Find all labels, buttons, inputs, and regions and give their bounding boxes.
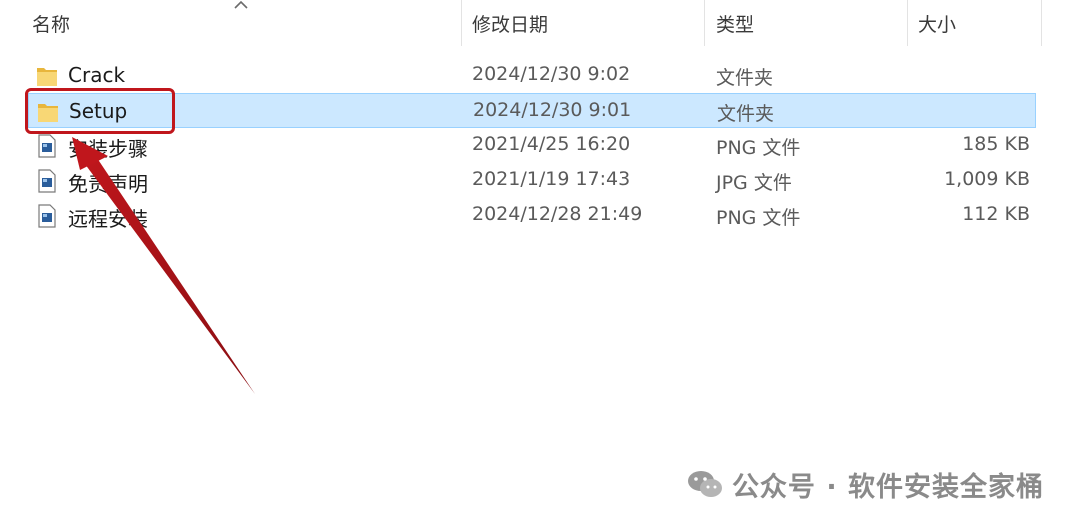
folder-icon (37, 68, 57, 86)
watermark: 公众号 · 软件安装全家桶 (686, 467, 1044, 503)
file-row-install-steps[interactable]: 安装步骤 2021/4/25 16:20 PNG 文件 185 KB (28, 128, 1036, 163)
file-type: PNG 文件 (716, 137, 801, 159)
column-header: 名称 修改日期 类型 大小 (0, 0, 1080, 48)
file-size: 185 KB (962, 133, 1030, 155)
file-name: 远程安装 (68, 207, 148, 231)
file-row-remote-install[interactable]: 远程安装 2024/12/28 21:49 PNG 文件 112 KB (28, 198, 1036, 233)
file-type: JPG 文件 (716, 172, 792, 194)
column-separator[interactable] (461, 0, 462, 46)
file-type: 文件夹 (717, 103, 775, 125)
file-size: 112 KB (962, 203, 1030, 225)
file-type: 文件夹 (716, 67, 774, 89)
file-date: 2024/12/30 9:01 (473, 99, 632, 121)
image-file-icon (38, 169, 56, 193)
file-date: 2024/12/30 9:02 (472, 63, 631, 85)
file-size: 1,009 KB (944, 168, 1030, 190)
watermark-text: 公众号 · 软件安装全家桶 (731, 471, 1044, 503)
image-file-icon (38, 134, 56, 158)
column-date-header[interactable]: 修改日期 (472, 10, 548, 37)
column-separator[interactable] (1041, 0, 1042, 46)
file-row-crack[interactable]: Crack 2024/12/30 9:02 文件夹 (28, 58, 1036, 93)
sort-ascending-icon (234, 0, 248, 9)
file-name: Crack (68, 63, 126, 87)
file-row-disclaimer[interactable]: 免责声明 2021/1/19 17:43 JPG 文件 1,009 KB (28, 163, 1036, 198)
file-date: 2021/4/25 16:20 (472, 133, 631, 155)
file-type: PNG 文件 (716, 207, 801, 229)
file-date: 2021/1/19 17:43 (472, 168, 631, 190)
file-name: 安装步骤 (68, 137, 148, 161)
column-separator[interactable] (907, 0, 908, 46)
column-size-header[interactable]: 大小 (918, 10, 956, 37)
column-type-header[interactable]: 类型 (716, 10, 754, 37)
image-file-icon (38, 204, 56, 228)
file-name: 免责声明 (68, 172, 148, 196)
annotation-highlight-box (25, 88, 175, 134)
column-separator[interactable] (704, 0, 705, 46)
file-date: 2024/12/28 21:49 (472, 203, 643, 225)
file-row-setup[interactable]: Setup 2024/12/30 9:01 文件夹 (28, 93, 1036, 128)
wechat-icon (687, 471, 722, 497)
column-name-header[interactable]: 名称 (32, 10, 70, 37)
